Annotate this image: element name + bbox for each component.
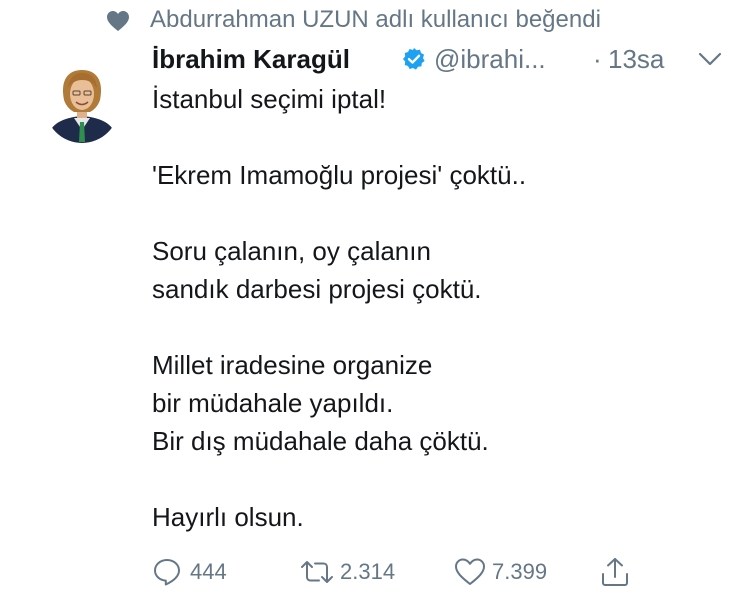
tweet-line: Soru çalanın, oy çalanın	[152, 236, 431, 266]
like-button[interactable]: 7.399	[454, 552, 564, 592]
tweet-line: Millet iradesine organize	[152, 350, 433, 380]
like-count: 7.399	[492, 559, 548, 584]
tweet-header: İbrahim Karagül @ibrahi... · 13sa	[152, 40, 732, 78]
user-handle[interactable]: @ibrahi...	[434, 40, 546, 78]
retweet-button[interactable]: 2.314	[300, 552, 410, 592]
reply-count: 444	[190, 559, 227, 584]
reply-icon	[154, 559, 180, 586]
tweet-line: İstanbul seçimi iptal!	[152, 84, 387, 114]
reply-button[interactable]: 444	[152, 552, 252, 592]
timestamp[interactable]: 13sa	[608, 40, 664, 78]
verified-badge-icon	[403, 48, 425, 70]
tweet-line: Bir dış müdahale daha çöktü.	[152, 426, 489, 456]
heart-icon	[455, 558, 485, 585]
tweet-actions: 444 2.314 7.399	[152, 552, 652, 592]
retweet-icon	[301, 561, 333, 583]
heart-icon	[107, 11, 129, 31]
tweet-line: sandık darbesi projesi çoktü.	[152, 274, 482, 304]
tweet-text: İstanbul seçimi iptal! 'Ekrem Imamoğlu p…	[152, 80, 732, 536]
display-name[interactable]: İbrahim Karagül	[152, 40, 350, 78]
tweet-line: Hayırlı olsun.	[152, 502, 304, 532]
avatar[interactable]	[44, 44, 120, 144]
share-button[interactable]	[600, 552, 636, 592]
share-icon	[602, 558, 628, 586]
tweet-line: bir müdahale yapıldı.	[152, 388, 394, 418]
retweet-count: 2.314	[340, 559, 396, 584]
social-context-text[interactable]: Abdurrahman UZUN adlı kullanıcı beğendi	[150, 4, 601, 36]
separator-dot: ·	[593, 44, 602, 74]
chevron-down-icon[interactable]	[697, 49, 723, 69]
tweet-line: 'Ekrem Imamoğlu projesi' çoktü..	[152, 160, 527, 190]
